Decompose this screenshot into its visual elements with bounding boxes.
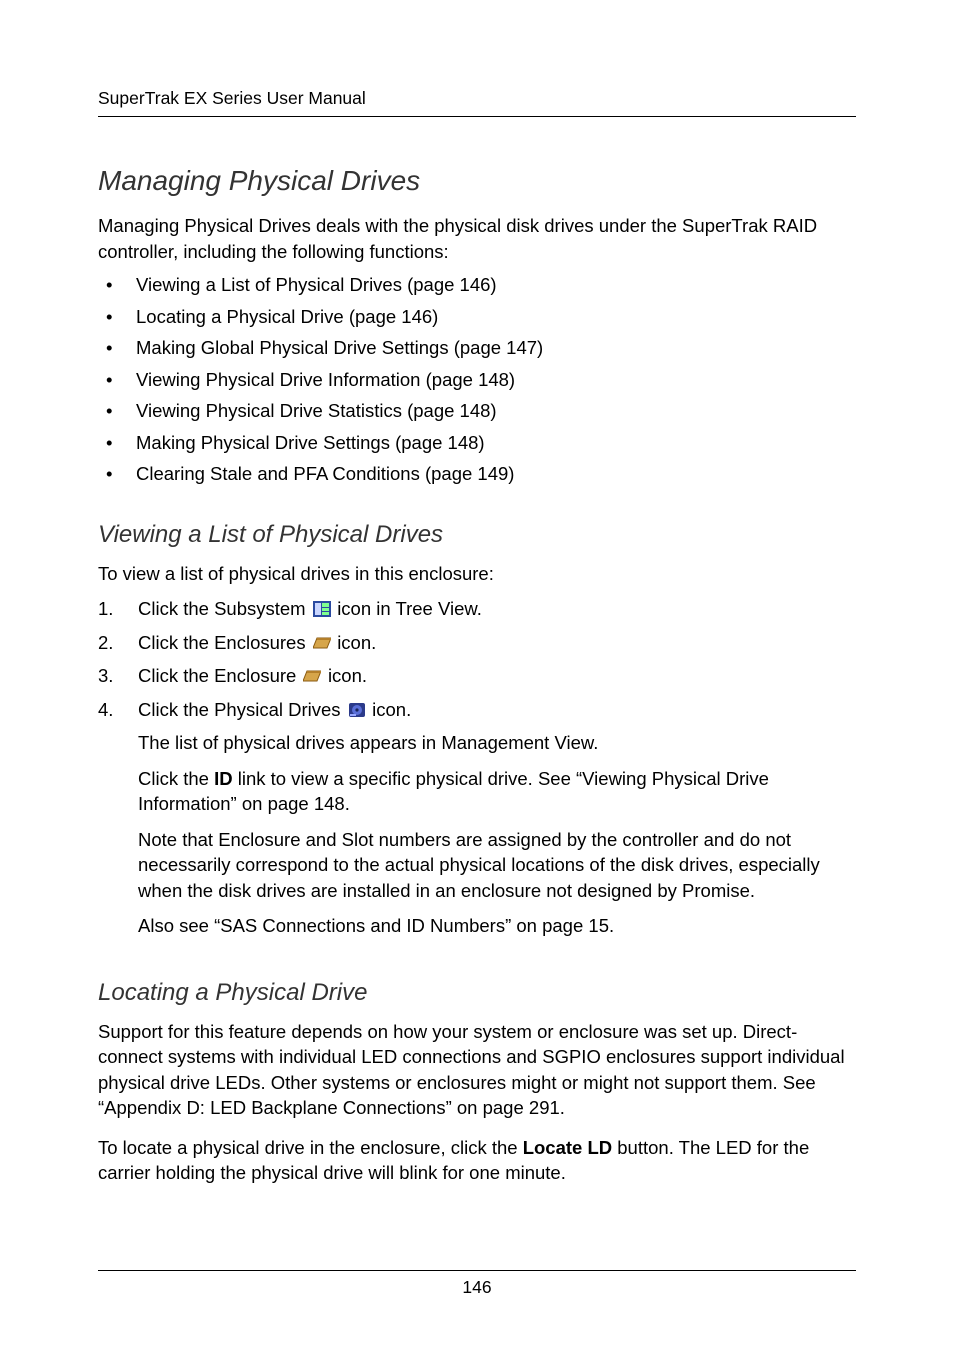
subsection-heading: Locating a Physical Drive — [98, 979, 856, 1007]
list-item-text: Clearing Stale and PFA Conditions (page … — [136, 461, 856, 487]
subsection-heading: Viewing a List of Physical Drives — [98, 521, 856, 549]
text-run: To locate a physical drive in the enclos… — [98, 1137, 523, 1158]
step-number: 2. — [98, 630, 138, 656]
list-item: •Making Global Physical Drive Settings (… — [98, 335, 856, 361]
list-item-text: Viewing Physical Drive Statistics (page … — [136, 398, 856, 424]
list-item: •Locating a Physical Drive (page 146) — [98, 304, 856, 330]
bullet-marker: • — [100, 335, 136, 361]
list-item: •Viewing Physical Drive Information (pag… — [98, 367, 856, 393]
list-item: •Viewing Physical Drive Statistics (page… — [98, 398, 856, 424]
step-text-post: icon. — [372, 699, 411, 720]
subsystem-icon — [313, 601, 331, 617]
section-heading: Managing Physical Drives — [98, 165, 856, 197]
body-paragraph: Support for this feature depends on how … — [98, 1019, 856, 1121]
step-number: 1. — [98, 596, 138, 622]
after-paragraph: Also see “SAS Connections and ID Numbers… — [138, 913, 856, 939]
step-item: 3. Click the Enclosure icon. — [98, 663, 856, 689]
document-page: SuperTrak EX Series User Manual Managing… — [0, 0, 954, 1352]
header-rule — [98, 116, 856, 117]
id-link-label: ID — [214, 768, 233, 789]
step-number: 4. — [98, 697, 138, 723]
list-item-text: Making Global Physical Drive Settings (p… — [136, 335, 856, 361]
list-item: •Viewing a List of Physical Drives (page… — [98, 272, 856, 298]
enclosure-icon — [303, 668, 321, 684]
step-text-pre: Click the Enclosures — [138, 632, 311, 653]
list-item: •Clearing Stale and PFA Conditions (page… — [98, 461, 856, 487]
list-item-text: Making Physical Drive Settings (page 148… — [136, 430, 856, 456]
footer-rule — [98, 1270, 856, 1271]
subsection-intro: To view a list of physical drives in thi… — [98, 561, 856, 587]
after-paragraph: The list of physical drives appears in M… — [138, 730, 856, 756]
bullet-marker: • — [100, 398, 136, 424]
step-text-pre: Click the Enclosure — [138, 665, 301, 686]
step-item: 4. Click the Physical Drives icon. — [98, 697, 856, 723]
list-item-text: Viewing a List of Physical Drives (page … — [136, 272, 856, 298]
text-run: Click the — [138, 768, 214, 789]
step-text-post: icon. — [337, 632, 376, 653]
step-text-post: icon. — [328, 665, 367, 686]
step-item: 1. Click the Subsystem icon in Tree View… — [98, 596, 856, 622]
list-item: •Making Physical Drive Settings (page 14… — [98, 430, 856, 456]
bullet-marker: • — [100, 367, 136, 393]
bullet-marker: • — [100, 304, 136, 330]
enclosures-icon — [313, 635, 331, 651]
running-head: SuperTrak EX Series User Manual — [98, 88, 856, 109]
list-item-text: Viewing Physical Drive Information (page… — [136, 367, 856, 393]
bullet-marker: • — [100, 272, 136, 298]
after-paragraph: Click the ID link to view a specific phy… — [138, 766, 856, 817]
locate-button-label: Locate LD — [523, 1137, 612, 1158]
page-footer: 146 — [98, 1270, 856, 1298]
step-text-pre: Click the Physical Drives — [138, 699, 346, 720]
step-number: 3. — [98, 663, 138, 689]
step-after-block: The list of physical drives appears in M… — [138, 730, 856, 939]
step-text-pre: Click the Subsystem — [138, 598, 311, 619]
step-list: 1. Click the Subsystem icon in Tree View… — [98, 596, 856, 722]
text-run: link to view a specific physical drive. … — [138, 768, 769, 815]
list-item-text: Locating a Physical Drive (page 146) — [136, 304, 856, 330]
physical-drives-icon — [348, 702, 366, 718]
step-text-post: icon in Tree View. — [337, 598, 482, 619]
after-paragraph: Note that Enclosure and Slot numbers are… — [138, 827, 856, 904]
body-paragraph: To locate a physical drive in the enclos… — [98, 1135, 856, 1186]
page-number: 146 — [98, 1277, 856, 1298]
bullet-marker: • — [100, 461, 136, 487]
intro-paragraph: Managing Physical Drives deals with the … — [98, 213, 856, 264]
bullet-marker: • — [100, 430, 136, 456]
function-list: •Viewing a List of Physical Drives (page… — [98, 272, 856, 487]
step-item: 2. Click the Enclosures icon. — [98, 630, 856, 656]
